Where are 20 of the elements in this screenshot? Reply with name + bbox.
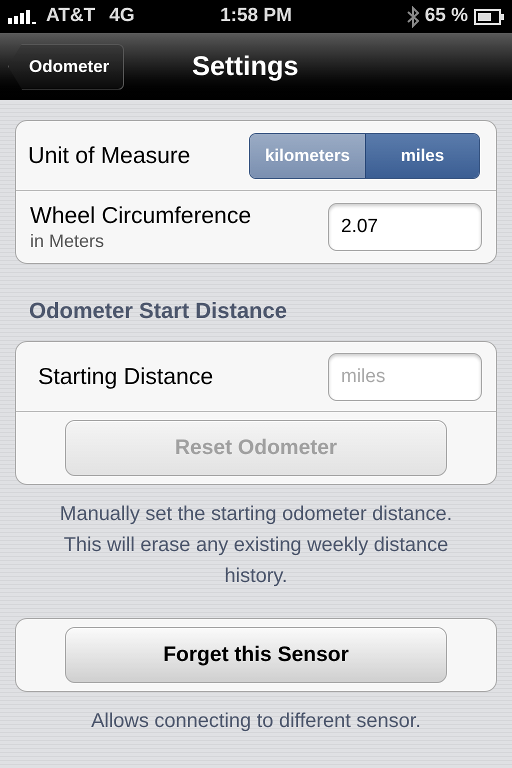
network-type: 4G [109,4,135,28]
bluetooth-icon [406,6,419,28]
segment-tab[interactable]: miles [365,134,479,178]
odometer-footnote: Manually set the starting odometer distance. This will erase any existing weekly distance history. [58,502,454,589]
wheel-circumference-field[interactable]: 2.07 [328,203,482,251]
back-button[interactable]: Odometer [8,44,124,90]
battery-percent: 65 % [424,4,468,28]
signal-icon [8,10,38,24]
carrier-name: AT&T [46,4,96,28]
screen-title: Settings [192,50,299,84]
starting-distance-label: Starting Distance [38,362,214,392]
sensor-footnote: Allows connecting to different sensor. [91,709,421,734]
wheel-label: Wheel Circumference [30,201,252,230]
section-header: Odometer Start Distance [29,298,287,323]
unit-label: Unit of Measure [28,141,190,170]
starting-distance-field[interactable]: miles [328,352,482,400]
clock-time: 1:58 PM [219,4,293,28]
wheel-sublabel: in Meters [30,230,106,253]
forget-sensor-button[interactable]: Forget this Sensor [65,627,447,683]
battery-icon [474,8,504,24]
